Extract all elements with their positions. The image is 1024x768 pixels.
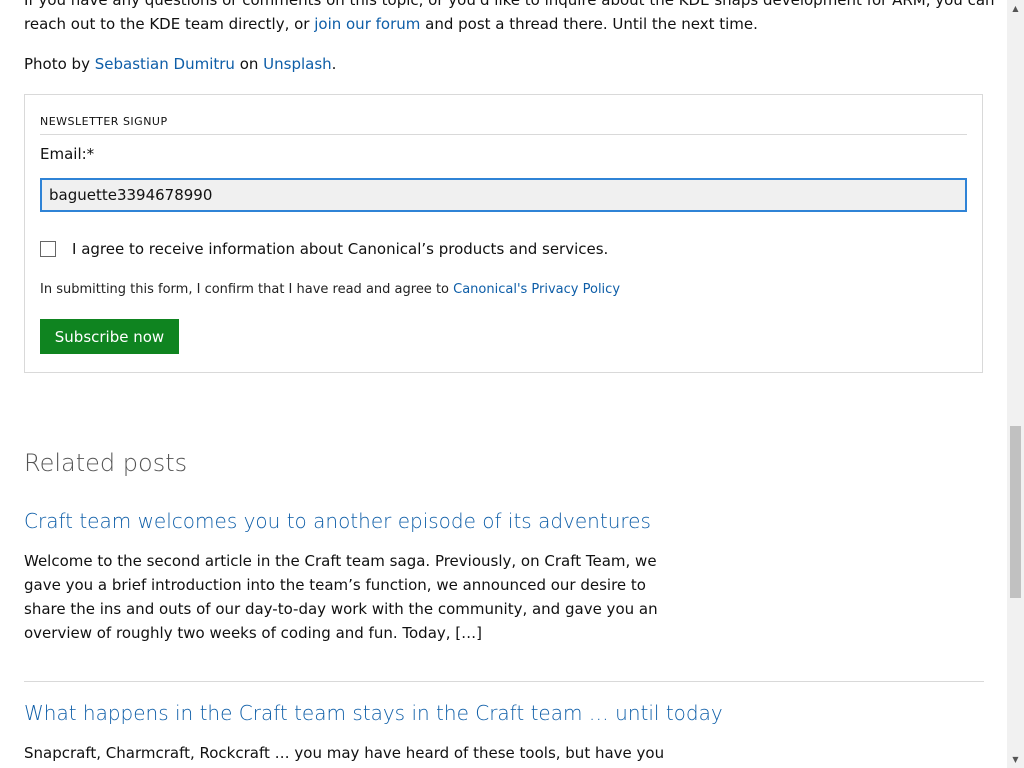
related-post: Craft team welcomes you to another episo… — [24, 509, 984, 645]
related-post-title-link[interactable]: Craft team welcomes you to another episo… — [24, 509, 984, 533]
related-post-title-link[interactable]: What happens in the Craft team stays in … — [24, 701, 984, 725]
post-divider — [24, 681, 984, 682]
subscribe-button[interactable]: Subscribe now — [40, 319, 179, 354]
related-posts-heading: Related posts — [24, 449, 188, 477]
down-arrow-icon[interactable]: ▼ — [1007, 751, 1024, 768]
photographer-link[interactable]: Sebastian Dumitru — [95, 55, 235, 73]
forum-link[interactable]: join our forum — [314, 15, 420, 33]
photo-credit: Photo by Sebastian Dumitru on Unsplash. — [24, 52, 336, 76]
photo-credit-suffix: . — [331, 55, 337, 73]
email-input[interactable] — [40, 178, 967, 212]
related-post-excerpt: Welcome to the second article in the Cra… — [24, 552, 658, 642]
intro-text-before: reach out to the KDE team directly, or — [24, 15, 315, 33]
intro-line-2: reach out to the KDE team directly, or j… — [24, 12, 984, 36]
intro-line-1: If you have any questions or comments on… — [24, 0, 995, 9]
consent-label: I agree to receive information about Can… — [72, 240, 609, 258]
page-scrollbar[interactable]: ▲ ▼ — [1007, 0, 1024, 768]
scrollbar-thumb[interactable] — [1010, 426, 1021, 598]
photo-credit-prefix: Photo by — [24, 55, 95, 73]
photo-credit-on: on — [234, 55, 264, 73]
consent-checkbox[interactable] — [40, 241, 56, 257]
email-label: Email:* — [40, 145, 95, 163]
related-post: What happens in the Craft team stays in … — [24, 701, 984, 765]
privacy-policy-link[interactable]: Canonical's Privacy Policy — [453, 282, 620, 297]
related-post-excerpt: Snapcraft, Charmcraft, Rockcraft … you m… — [24, 744, 665, 762]
newsletter-signup-form: NEWSLETTER SIGNUP Email:* I agree to rec… — [24, 94, 983, 373]
unsplash-link[interactable]: Unsplash — [263, 55, 332, 73]
intro-text-after: and post a thread there. Until the next … — [420, 15, 758, 33]
privacy-prefix: In submitting this form, I confirm that … — [40, 282, 454, 297]
up-arrow-icon[interactable]: ▲ — [1007, 0, 1024, 17]
privacy-statement: In submitting this form, I confirm that … — [40, 282, 620, 297]
newsletter-heading: NEWSLETTER SIGNUP — [40, 115, 967, 135]
